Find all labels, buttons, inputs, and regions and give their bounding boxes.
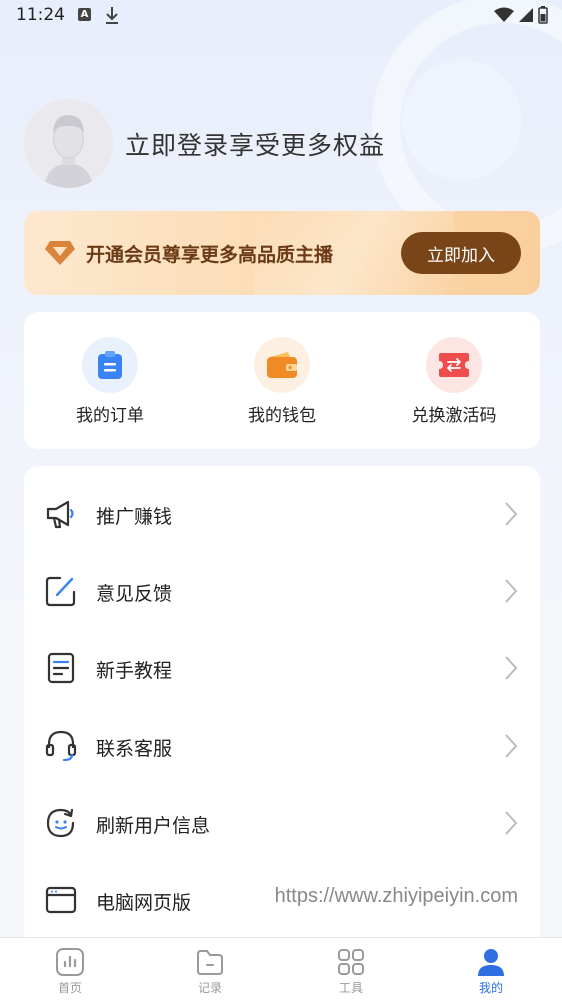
clipboard-icon (82, 337, 138, 393)
quick-action-label: 我的钱包 (248, 406, 316, 426)
quick-action-label: 我的订单 (76, 406, 144, 426)
chevron-right-icon (504, 501, 518, 531)
chevron-right-icon (504, 655, 518, 685)
menu-item-tutorial[interactable]: 新手教程 (24, 629, 540, 706)
menu-item-support[interactable]: 联系客服 (24, 707, 540, 784)
notification-a-icon: A (78, 8, 91, 21)
document-icon (44, 651, 78, 685)
menu-item-web-version[interactable]: 电脑网页版 https://www.zhiyipeiyin.com (24, 861, 540, 938)
refresh-icon (44, 806, 78, 840)
login-prompt[interactable]: 立即登录享受更多权益 (125, 126, 385, 162)
user-avatar-icon (24, 99, 113, 188)
browser-icon (44, 883, 78, 917)
quick-actions-card: 我的订单 我的钱包 兑换激活码 (24, 312, 540, 449)
chevron-right-icon (504, 578, 518, 608)
folder-icon (194, 946, 226, 978)
menu-item-refresh[interactable]: 刷新用户信息 (24, 784, 540, 861)
menu-card: 推广赚钱 意见反馈 新手教程 联系客服 刷新用户信息 电脑网页版 https:/… (24, 466, 540, 946)
diamond-icon (44, 239, 76, 271)
web-url[interactable]: https://www.zhiyipeiyin.com (275, 885, 518, 908)
quick-action-label: 兑换激活码 (411, 406, 497, 426)
background-decoration (402, 60, 522, 180)
headset-icon (44, 729, 78, 763)
menu-item-promote[interactable]: 推广赚钱 (24, 475, 540, 552)
megaphone-icon (44, 497, 78, 531)
status-bar: 11:24 A (0, 0, 562, 32)
nav-tools[interactable]: 工具 (281, 938, 421, 1000)
status-time: 11:24 (16, 5, 65, 25)
vip-banner-text: 开通会员尊享更多高品质主播 (86, 244, 334, 266)
chart-icon (54, 946, 86, 978)
wallet-icon (254, 337, 310, 393)
avatar[interactable] (24, 99, 113, 188)
menu-item-label: 推广赚钱 (96, 506, 173, 528)
bottom-nav: 首页 记录 工具 我的 (0, 937, 562, 1000)
nav-label: 我的 (478, 981, 503, 995)
menu-item-label: 新手教程 (96, 660, 173, 682)
wifi-icon (494, 7, 514, 27)
nav-label: 工具 (338, 981, 363, 995)
my-page: 11:24 A 立即登录享受更多权益 开通会员尊享更多高品质主播 立即加入 我的… (0, 0, 562, 1000)
status-icons (494, 6, 548, 28)
chevron-right-icon (504, 733, 518, 763)
user-icon (475, 946, 507, 978)
my-wallet-item[interactable]: 我的钱包 (196, 312, 368, 449)
vip-banner[interactable]: 开通会员尊享更多高品质主播 立即加入 (24, 211, 540, 295)
chevron-right-icon (504, 810, 518, 840)
my-orders-item[interactable]: 我的订单 (24, 312, 196, 449)
join-vip-button[interactable]: 立即加入 (401, 232, 521, 274)
menu-item-label: 电脑网页版 (96, 892, 192, 914)
download-icon (104, 5, 120, 29)
nav-label: 记录 (197, 981, 222, 995)
menu-item-label: 刷新用户信息 (96, 815, 211, 837)
nav-label: 首页 (57, 981, 82, 995)
battery-icon (538, 6, 548, 28)
ticket-icon (426, 337, 482, 393)
grid-icon (335, 946, 367, 978)
nav-records[interactable]: 记录 (140, 938, 280, 1000)
menu-item-label: 联系客服 (96, 738, 173, 760)
edit-icon (44, 574, 78, 608)
menu-item-feedback[interactable]: 意见反馈 (24, 552, 540, 629)
menu-item-label: 意见反馈 (96, 583, 173, 605)
nav-mine[interactable]: 我的 (421, 938, 561, 1000)
nav-home[interactable]: 首页 (0, 938, 140, 1000)
redeem-code-item[interactable]: 兑换激活码 (368, 312, 540, 449)
signal-icon (518, 7, 534, 27)
